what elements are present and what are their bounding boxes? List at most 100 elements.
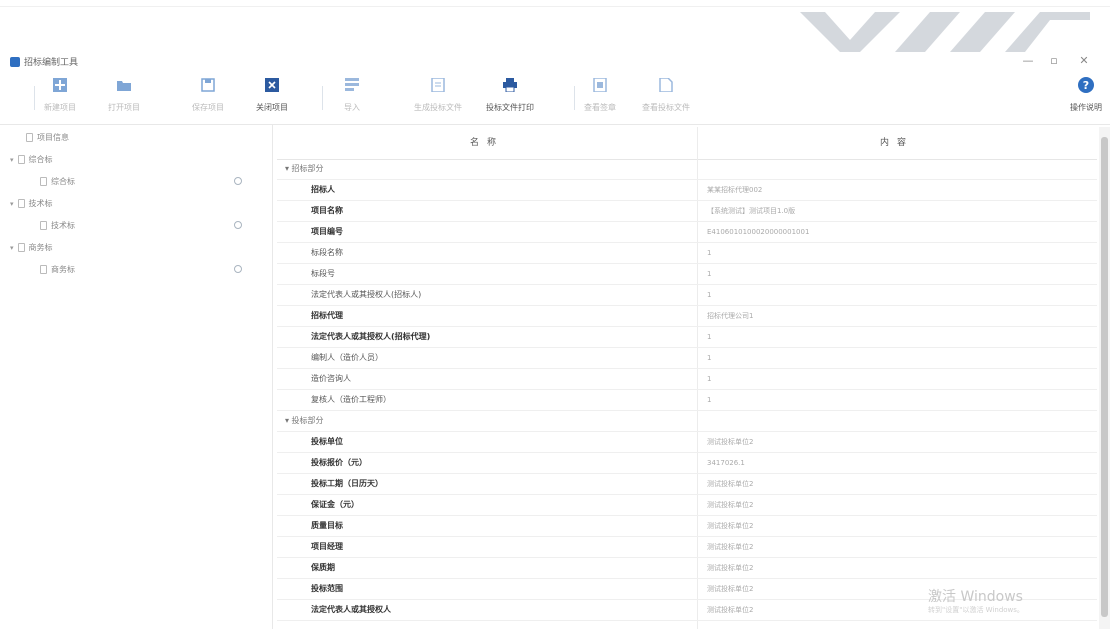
tree-item-technical-child[interactable]: 技术标 [40,220,75,231]
row-name: 投标工期（日历天） [311,479,383,488]
table-row[interactable]: 项目经理 测试投标单位2 [277,537,1097,558]
table-row[interactable]: 招标人 某某招标代理002 [277,180,1097,201]
close-project-button[interactable]: 关闭项目 [256,76,288,113]
row-value[interactable]: 某某招标代理002 [707,180,762,200]
row-value[interactable]: 1 [707,327,711,347]
document-icon [17,243,25,252]
table-row[interactable]: 质量目标 测试投标单位2 [277,516,1097,537]
tree-item-label: 技术标 [28,199,53,208]
table-row[interactable]: 保质期 测试投标单位2 [277,558,1097,579]
row-name: 招标人 [311,185,335,194]
row-name: 质量目标 [311,521,343,530]
group-row[interactable]: ▾ 投标部分 [277,411,1097,432]
row-name: 项目名称 [311,206,343,215]
collapse-caret-icon[interactable]: ▾ [10,200,14,208]
save-icon [200,76,216,94]
new-project-label: 新建项目 [44,103,76,112]
tree-item-label: 商务标 [28,243,53,252]
row-name: 项目经理 [311,542,343,551]
row-value[interactable]: 1 [707,390,711,410]
row-value[interactable]: 测试投标单位2 [707,537,753,557]
maximize-button[interactable]: ▫ [1044,54,1064,67]
row-name: 标段名称 [311,248,343,257]
table-row[interactable]: 投标工期（日历天） 测试投标单位2 [277,474,1097,495]
new-project-icon [52,76,68,94]
scrollbar-thumb[interactable] [1101,137,1108,617]
open-project-button[interactable]: 打开项目 [108,76,140,113]
row-value[interactable]: 1 [707,348,711,368]
row-value[interactable]: 1 [707,285,711,305]
print-bid-file-button[interactable]: 投标文件打印 [486,76,534,113]
row-value[interactable]: 测试投标单位2 [707,579,753,599]
row-value[interactable]: 1 [707,243,711,263]
row-value[interactable]: 测试投标单位2 [707,432,753,452]
row-name: 复核人（造价工程师） [311,395,391,404]
row-name: 法定代表人或其授权人(招标人) [311,290,422,299]
table-row[interactable]: 项目编号 E4106010100020000001001 [277,222,1097,243]
row-value[interactable]: 3417026.1 [707,453,745,473]
row-value[interactable]: E4106010100020000001001 [707,222,809,242]
minimize-button[interactable]: — [1018,54,1038,67]
close-project-icon [264,76,280,94]
save-project-button[interactable]: 保存项目 [192,76,224,113]
table-row[interactable]: 编制人（造价人员） 1 [277,348,1097,369]
row-value[interactable]: 招标代理公司1 [707,306,753,326]
row-name: 法定代表人或其授权人(招标代理) [311,332,431,341]
table-row[interactable]: 复核人（造价工程师） 1 [277,390,1097,411]
title-bar: 招标编制工具 — ▫ ✕ [0,52,1110,74]
table-row[interactable]: 造价咨询人 1 [277,369,1097,390]
row-value[interactable]: 测试投标单位2 [707,600,753,620]
tree-item-comprehensive[interactable]: ▾ 综合标 [10,154,53,165]
table-row[interactable]: 标段号 1 [277,264,1097,285]
table-row[interactable]: 标段名称 1 [277,243,1097,264]
tree-item-commercial-child[interactable]: 商务标 [40,264,75,275]
window-title: 招标编制工具 [24,58,79,68]
row-value[interactable]: 测试投标单位2 [707,516,753,536]
generate-file-button[interactable]: 生成投标文件 [414,76,462,113]
import-label: 导入 [344,103,360,112]
row-value[interactable]: 测试投标单位2 [707,558,753,578]
help-button[interactable]: ? 操作说明 [1070,76,1102,113]
row-value[interactable]: 测试投标单位2 [707,474,753,494]
folder-icon [116,76,132,94]
close-window-button[interactable]: ✕ [1074,54,1094,67]
document-icon [40,177,47,186]
row-value[interactable]: 1 [707,264,711,284]
table-row[interactable]: 保证金（元） 测试投标单位2 [277,495,1097,516]
property-grid: 名称 内容 ▾ 招标部分 招标人 某某招标代理002 项目名称 【系统测试】测试项目1.… [277,127,1097,629]
vertical-scrollbar[interactable] [1099,127,1110,629]
row-value[interactable]: 测试投标单位2 [707,495,753,515]
table-row[interactable]: 投标报价（元） 3417026.1 [277,453,1097,474]
view-seal-label: 查看签章 [584,103,616,112]
svg-text:?: ? [1083,79,1089,92]
table-row[interactable]: 项目名称 【系统测试】测试项目1.0版 [277,201,1097,222]
tree-item-comprehensive-child[interactable]: 综合标 [40,176,75,187]
table-row[interactable]: 法定代表人或其授权人(招标人) 1 [277,285,1097,306]
view-bid-file-button[interactable]: 查看投标文件 [642,76,690,113]
tree-item-commercial[interactable]: ▾ 商务标 [10,242,53,253]
document-icon [40,265,47,274]
print-icon [502,76,518,94]
row-value[interactable]: 1 [707,369,711,389]
row-name: 造价咨询人 [311,374,351,383]
import-button[interactable]: 导入 [344,76,360,113]
generate-file-icon [430,76,446,94]
tree-item-technical[interactable]: ▾ 技术标 [10,198,53,209]
group-row[interactable]: ▾ 招标部分 [277,159,1097,180]
toolbar-separator [34,86,35,110]
generate-file-label: 生成投标文件 [414,103,462,112]
app-icon [10,57,20,67]
new-project-button[interactable]: 新建项目 [44,76,76,113]
table-row[interactable]: 投标单位 测试投标单位2 [277,432,1097,453]
collapse-caret-icon[interactable]: ▾ [10,244,14,252]
table-row[interactable]: 招标代理 招标代理公司1 [277,306,1097,327]
view-seal-button[interactable]: 查看签章 [584,76,616,113]
row-value[interactable]: 【系统测试】测试项目1.0版 [707,201,795,221]
collapse-caret-icon[interactable]: ▾ [10,156,14,164]
table-row[interactable]: 法定代表人或其授权人(招标代理) 1 [277,327,1097,348]
open-project-label: 打开项目 [108,103,140,112]
tree-item-project-info[interactable]: 项目信息 [26,132,69,143]
document-icon [17,155,25,164]
activation-watermark-title: 激活 Windows [928,589,1023,605]
activation-watermark-text: 转到"设置"以激活 Windows。 [928,606,1024,614]
